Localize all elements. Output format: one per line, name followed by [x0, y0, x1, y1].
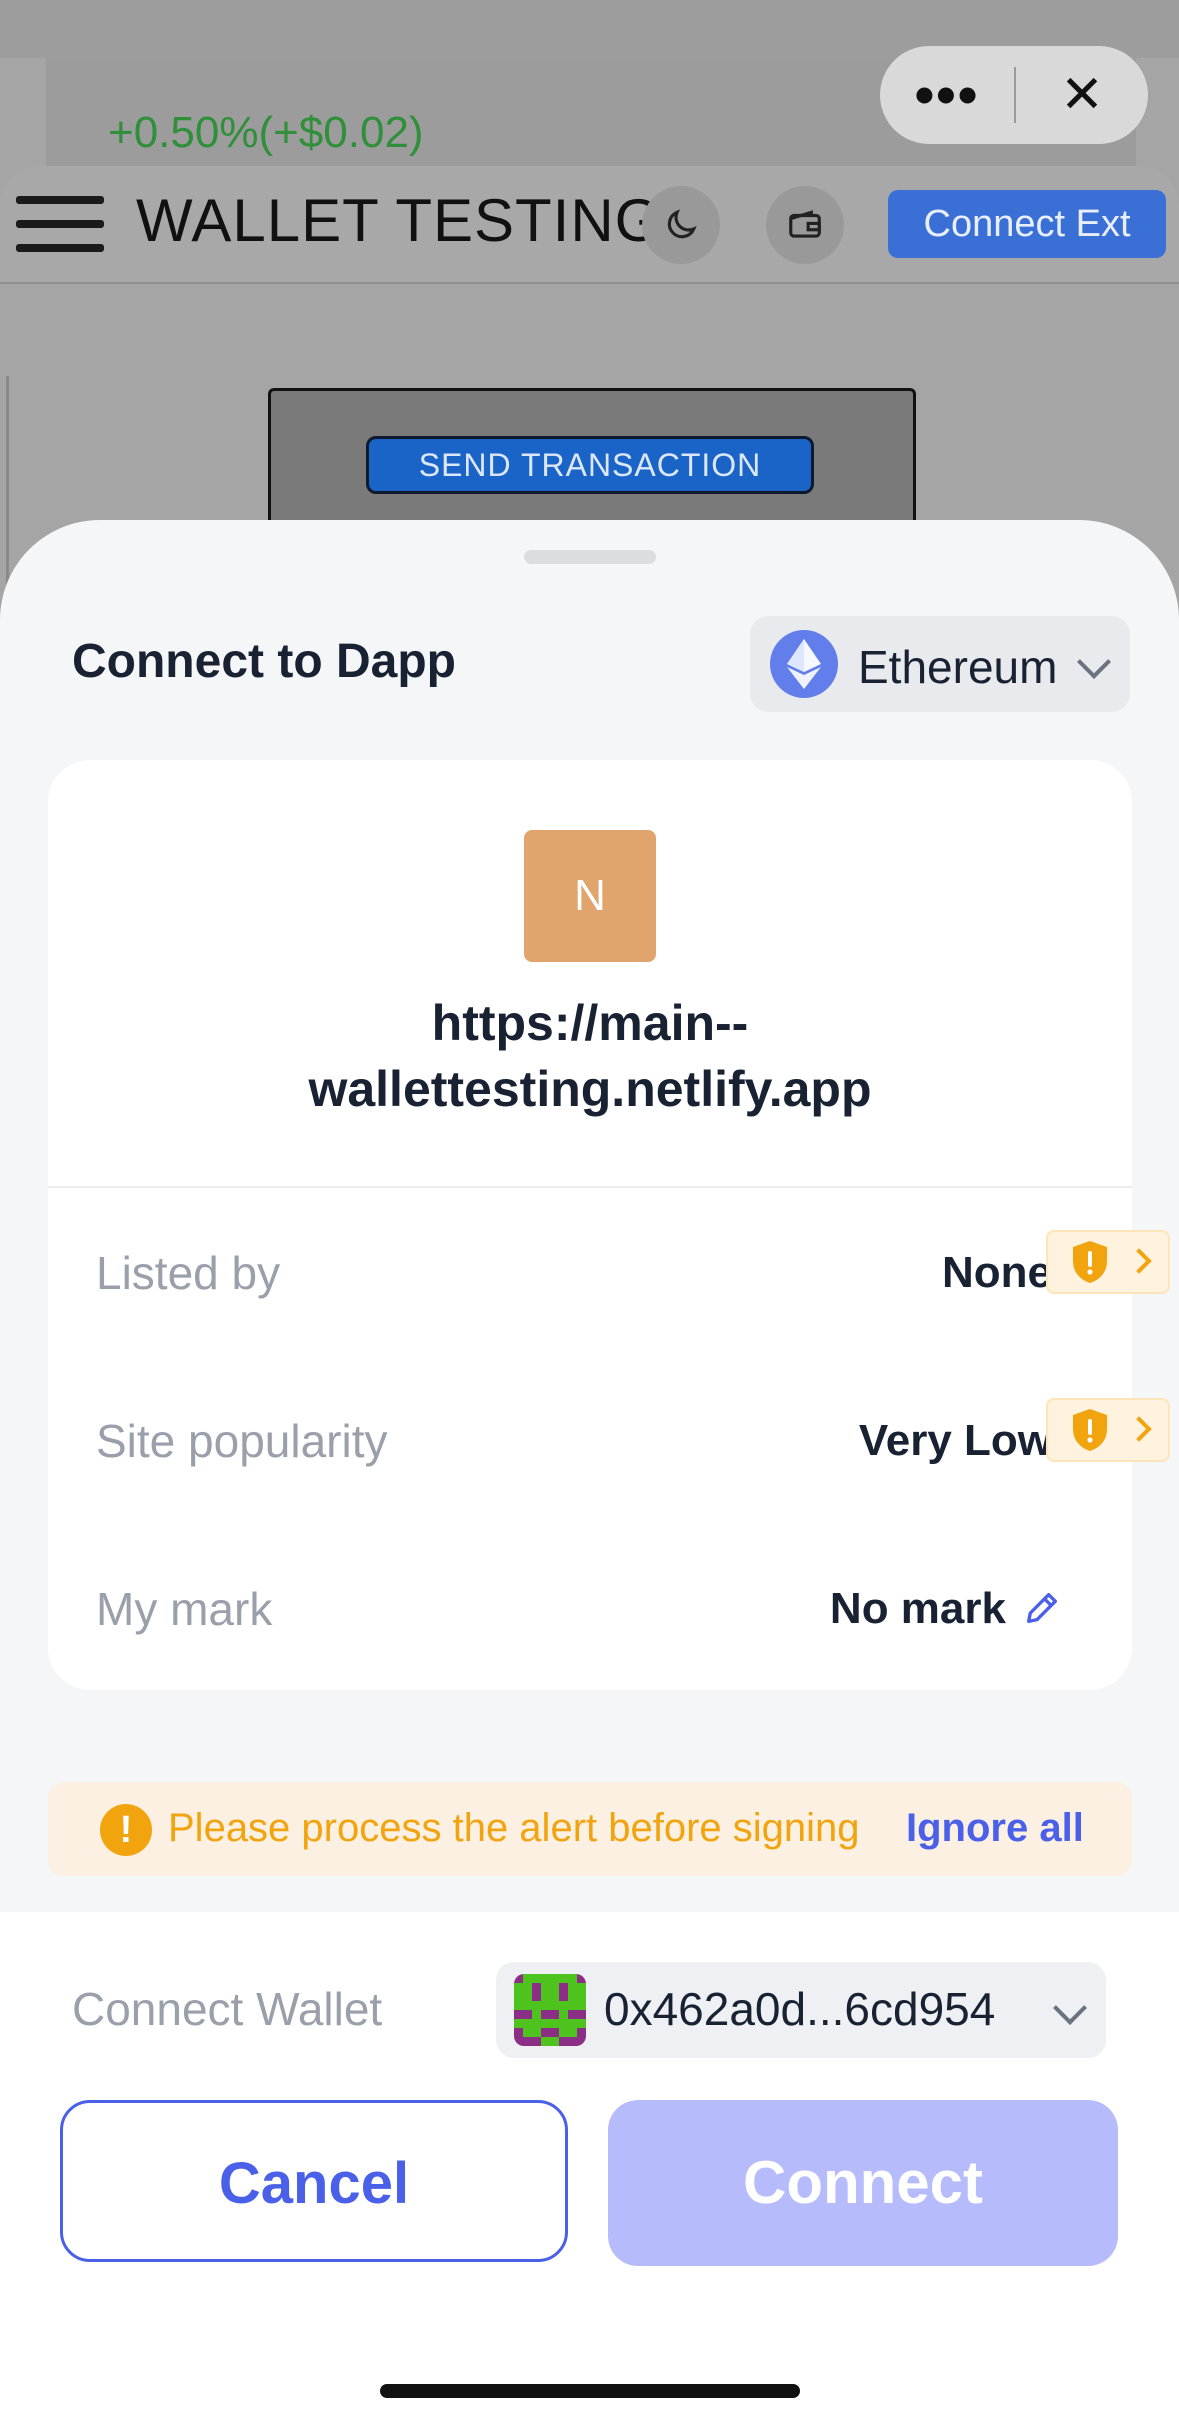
background-divider — [6, 376, 9, 600]
connect-ext-button[interactable]: Connect Ext — [888, 190, 1166, 258]
listed-by-warning-chip[interactable] — [1046, 1230, 1170, 1294]
chain-label: Ethereum — [858, 641, 1058, 693]
chevron-right-icon — [1126, 1248, 1152, 1274]
wallet-icon[interactable] — [766, 186, 844, 264]
listed-by-value: None — [942, 1248, 1052, 1297]
edit-pencil-icon[interactable] — [1022, 1588, 1062, 1628]
ethereum-icon — [770, 630, 838, 698]
listed-by-label: Listed by — [96, 1247, 281, 1299]
warning-circle-icon: ! — [100, 1804, 152, 1856]
site-url-line2: wallettesting.netlify.app — [308, 1061, 872, 1117]
site-popularity-warning-chip[interactable] — [1046, 1398, 1170, 1462]
hamburger-menu-icon[interactable] — [16, 196, 104, 268]
shield-warning-icon — [1073, 1409, 1107, 1451]
site-popularity-value: Very Low — [858, 1416, 1052, 1465]
close-icon[interactable]: ✕ — [1016, 46, 1148, 144]
site-url-line1: https://main-- — [431, 995, 749, 1051]
ignore-all-link[interactable]: Ignore all — [906, 1806, 1084, 1851]
wallet-address: 0x462a0d...6cd954 — [604, 1983, 996, 2035]
wallet-avatar — [514, 1974, 586, 2046]
dapp-site-title: WALLET TESTING — [136, 187, 663, 254]
alert-text: Please process the alert before signing — [168, 1806, 860, 1850]
home-indicator — [380, 2384, 800, 2398]
site-url: https://main-- wallettesting.netlify.app — [140, 990, 1040, 1122]
more-dots-icon[interactable]: ••• — [880, 46, 1014, 144]
my-mark-value[interactable]: No mark — [760, 1584, 1006, 1634]
card-divider — [48, 1186, 1132, 1188]
sheet-grabber[interactable] — [524, 550, 656, 564]
browser-menu-capsule: ••• ✕ — [880, 46, 1148, 144]
shield-warning-icon — [1073, 1241, 1107, 1283]
connect-wallet-label: Connect Wallet — [72, 1983, 383, 2035]
chevron-right-icon — [1126, 1416, 1152, 1442]
moon-icon[interactable] — [642, 186, 720, 264]
site-avatar: N — [524, 830, 656, 962]
sheet-title: Connect to Dapp — [72, 635, 456, 688]
send-transaction-button[interactable]: SEND TRANSACTION — [366, 436, 814, 494]
price-change-text: +0.50%(+$0.02) — [108, 108, 424, 157]
my-mark-label: My mark — [96, 1583, 273, 1635]
connect-button[interactable]: Connect — [608, 2100, 1118, 2266]
cancel-button[interactable]: Cancel — [60, 2100, 568, 2262]
site-popularity-label: Site popularity — [96, 1415, 388, 1467]
